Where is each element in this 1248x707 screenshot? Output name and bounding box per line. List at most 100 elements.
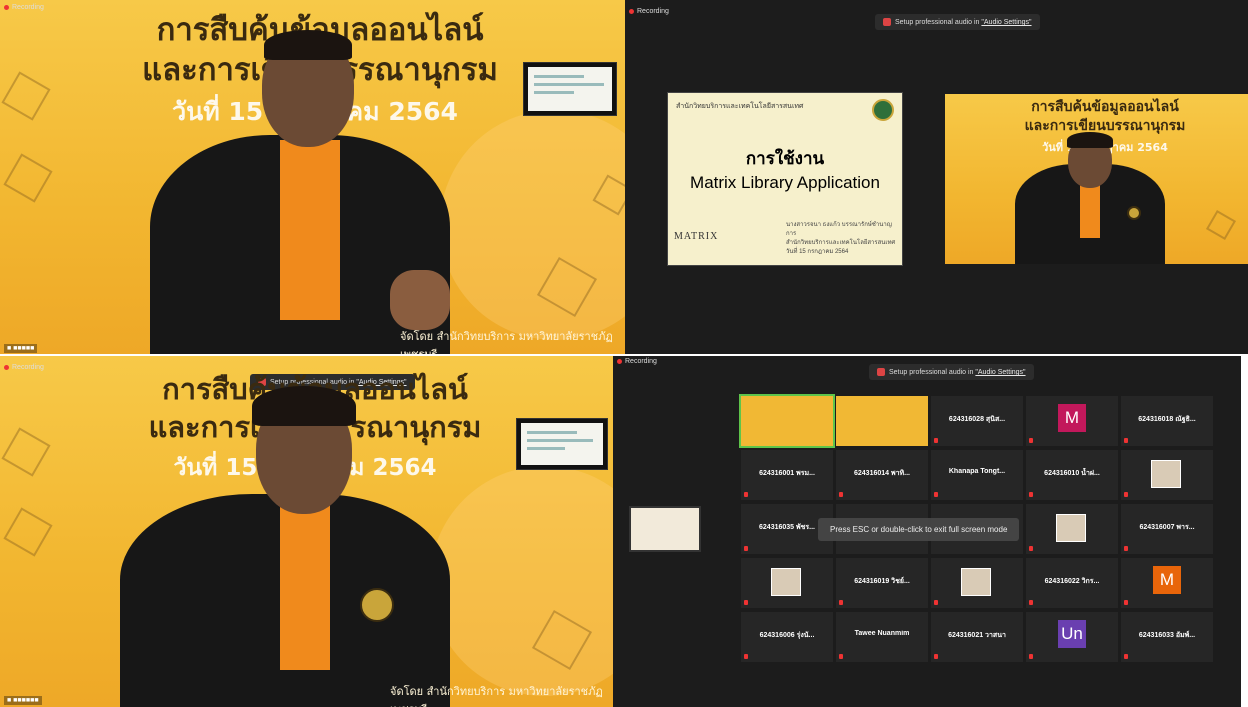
participant-name: 624316019 วิชย์... xyxy=(854,578,910,585)
speaker-hand xyxy=(390,270,450,330)
slide-subtitle: Matrix Library Application xyxy=(690,173,880,192)
gallery-tile[interactable]: 624316033 อัมพ์... xyxy=(1121,612,1213,662)
mic-muted-icon xyxy=(1029,600,1033,605)
shared-screen-thumbnail[interactable] xyxy=(516,418,608,470)
mic-muted-icon xyxy=(934,600,938,605)
mic-muted-icon xyxy=(1029,654,1033,659)
participant-name: 624316028 สุนิส... xyxy=(948,416,1006,423)
background-cube-icon xyxy=(3,507,53,557)
mic-muted-icon xyxy=(744,654,748,659)
gallery-tile[interactable]: 624316006 รุ่งนั... xyxy=(741,612,833,662)
speaker-hair xyxy=(264,30,352,60)
gallery-tile[interactable] xyxy=(931,558,1023,608)
gallery-tile[interactable] xyxy=(1121,450,1213,500)
video-tile-speaker-male: Recording การสืบค้นข้อมูลออนไลน์ และการเ… xyxy=(0,0,625,354)
background-cube-icon xyxy=(3,153,53,203)
participant-name: 624316022 วิกร... xyxy=(1044,578,1100,585)
presentation-slide: สำนักวิทยบริการและเทคโนโลยีสารสนเทศ การใ… xyxy=(667,92,903,266)
audio-settings-link[interactable]: "Audio Settings" xyxy=(975,369,1025,376)
mic-muted-icon xyxy=(1124,600,1128,605)
recording-indicator: Recording xyxy=(629,8,669,15)
audio-icon xyxy=(877,368,885,376)
speaker-person xyxy=(120,376,460,707)
recording-indicator: Recording xyxy=(617,358,657,365)
gallery-view: Recording Setup professional audio in "A… xyxy=(613,356,1241,707)
participant-name: 624316021 วาสนา xyxy=(948,632,1006,639)
mic-muted-icon xyxy=(1124,492,1128,497)
gallery-tile[interactable]: M xyxy=(1121,558,1213,608)
background-cube-icon xyxy=(1,71,51,121)
gallery-tile[interactable]: 624316007 พาร... xyxy=(1121,504,1213,554)
participant-photo xyxy=(1151,460,1181,488)
gallery-tile[interactable]: Un xyxy=(1026,612,1118,662)
speaker-shirt xyxy=(280,500,330,670)
participant-name: 624316006 รุ่งนั... xyxy=(759,632,815,639)
organizer-footer: จัดโดย สำนักวิทยบริการ มหาวิทยาลัยราชภัฏ… xyxy=(400,330,613,354)
speaker-shirt xyxy=(280,140,340,320)
gallery-tile[interactable]: 624316010 น้ำฝ... xyxy=(1026,450,1118,500)
background-cube-icon xyxy=(1,427,51,477)
shared-screen-thumbnail[interactable] xyxy=(523,62,617,116)
gallery-tile-video[interactable] xyxy=(739,394,835,448)
gallery-tile[interactable]: 624316028 สุนิส... xyxy=(931,396,1023,446)
background-cube-icon xyxy=(1205,209,1237,241)
video-tile-speaker-female: Recording Setup professional audio in "A… xyxy=(0,356,613,707)
mic-muted-icon xyxy=(1029,492,1033,497)
gallery-tile[interactable] xyxy=(1026,504,1118,554)
mic-muted-icon xyxy=(934,438,938,443)
participant-photo xyxy=(771,568,801,596)
gallery-tile[interactable]: Khanapa Tongt... xyxy=(931,450,1023,500)
banner-title-line2: และการเขียนบรรณานุกรม xyxy=(1024,118,1186,134)
matrix-logo: MATRIX xyxy=(674,231,719,242)
mic-muted-icon xyxy=(1029,438,1033,443)
gallery-tile[interactable]: 624316019 วิชย์... xyxy=(836,558,928,608)
mic-muted-icon xyxy=(1029,546,1033,551)
participant-photo xyxy=(1056,514,1086,542)
participant-photo xyxy=(961,568,991,596)
gallery-tile[interactable]: 624316022 วิกร... xyxy=(1026,558,1118,608)
gallery-tile[interactable]: 624316021 วาสนา xyxy=(931,612,1023,662)
mic-muted-icon xyxy=(1124,546,1128,551)
participant-name: 624316018 ณัฐธิ... xyxy=(1138,416,1196,423)
slide-title: การใช้งาน xyxy=(745,149,825,169)
fullscreen-exit-toast: Press ESC or double-click to exit full s… xyxy=(818,518,1020,541)
speaker-hair xyxy=(1067,132,1113,148)
slide-header: สำนักวิทยบริการและเทคโนโลยีสารสนเทศ xyxy=(676,102,804,110)
gallery-tile[interactable]: M xyxy=(1026,396,1118,446)
gallery-tile[interactable]: 624316018 ณัฐธิ... xyxy=(1121,396,1213,446)
gallery-tile[interactable]: 624316014 พาทิ... xyxy=(836,450,928,500)
shared-content-thumbnail[interactable] xyxy=(629,506,701,552)
mic-muted-icon xyxy=(744,546,748,551)
participant-name: 624316014 พาทิ... xyxy=(854,470,910,477)
mic-muted-icon xyxy=(744,492,748,497)
participant-name-tag: ■ ■■■■■ xyxy=(4,344,38,353)
gallery-tile[interactable] xyxy=(741,558,833,608)
emblem-icon xyxy=(1127,206,1141,220)
banner-title-line1: การสืบค้นข้อมูลออนไลน์ xyxy=(1031,99,1179,115)
participant-name: 624316033 อัมพ์... xyxy=(1138,632,1196,639)
gallery-tile[interactable]: 624316001 พรม... xyxy=(741,450,833,500)
participant-name: 624316007 พาร... xyxy=(1139,524,1195,531)
audio-settings-banner[interactable]: Setup professional audio in "Audio Setti… xyxy=(869,364,1034,380)
avatar: M xyxy=(1153,566,1181,594)
participant-name: Khanapa Tongt... xyxy=(948,468,1006,475)
audio-settings-link[interactable]: "Audio Settings" xyxy=(981,19,1031,26)
mic-muted-icon xyxy=(839,600,843,605)
speaker-video-small[interactable]: การสืบค้นข้อมูลออนไลน์ และการเขียนบรรณาน… xyxy=(945,94,1248,264)
mic-muted-icon xyxy=(934,654,938,659)
speaker-person xyxy=(150,30,470,354)
participant-name: 624316001 พรม... xyxy=(759,470,815,477)
participant-name-tag: ■ ■■■■■■ xyxy=(4,696,42,705)
recording-indicator: Recording xyxy=(4,364,44,371)
audio-icon xyxy=(883,18,891,26)
university-logo-icon xyxy=(872,99,894,121)
mic-muted-icon xyxy=(1124,654,1128,659)
screen-share-view: Recording Setup professional audio in "A… xyxy=(625,0,1248,354)
organizer-footer: จัดโดย สำนักวิทยบริการ มหาวิทยาลัยราชภัฏ… xyxy=(390,685,603,707)
audio-settings-banner[interactable]: Setup professional audio in "Audio Setti… xyxy=(875,14,1040,30)
gallery-tile-video[interactable] xyxy=(836,396,928,446)
recording-indicator: Recording xyxy=(4,4,44,11)
speaker-hair xyxy=(252,386,356,426)
mic-muted-icon xyxy=(839,654,843,659)
gallery-tile[interactable]: Tawee Nuanmim xyxy=(836,612,928,662)
